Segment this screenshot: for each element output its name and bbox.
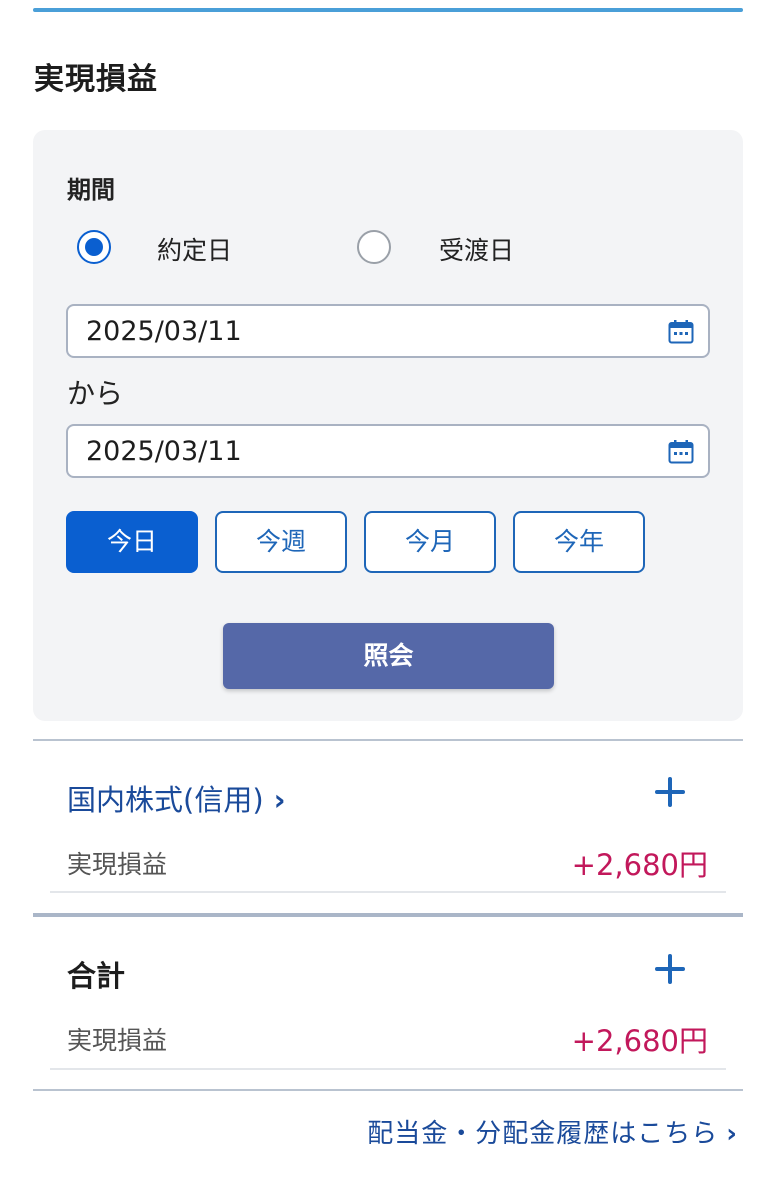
period-label: 期間 xyxy=(67,176,115,204)
dividend-history-link[interactable]: 配当金・分配金履歴はこちら › xyxy=(367,1113,738,1150)
this-month-button[interactable]: 今月 xyxy=(364,511,496,573)
settlement-date-radio[interactable] xyxy=(357,230,391,264)
this-year-button[interactable]: 今年 xyxy=(513,511,645,573)
divider xyxy=(33,913,743,917)
total-title: 合計 xyxy=(67,959,126,993)
calendar-icon[interactable] xyxy=(668,320,694,344)
dividend-history-label: 配当金・分配金履歴はこちら xyxy=(367,1119,719,1149)
domestic-margin-title: 国内株式(信用) xyxy=(67,783,264,817)
row-divider xyxy=(50,1068,726,1070)
realized-pl-value: +2,680円 xyxy=(571,848,708,882)
from-date-input[interactable] xyxy=(86,314,646,348)
today-button[interactable]: 今日 xyxy=(66,511,198,573)
row-divider xyxy=(50,891,726,893)
chevron-right-icon: › xyxy=(726,1119,738,1149)
to-date-field[interactable] xyxy=(66,424,710,478)
total-realized-pl-value: +2,680円 xyxy=(571,1024,708,1058)
range-separator-label: から xyxy=(67,377,124,410)
expand-plus-icon[interactable] xyxy=(655,954,685,984)
chevron-right-icon: › xyxy=(273,783,286,817)
divider xyxy=(33,1089,743,1091)
trade-date-radio[interactable] xyxy=(77,230,111,264)
expand-plus-icon[interactable] xyxy=(655,777,685,807)
to-date-input[interactable] xyxy=(86,434,646,468)
from-date-field[interactable] xyxy=(66,304,710,358)
total-realized-pl-label: 実現損益 xyxy=(67,1026,168,1055)
inquiry-button[interactable]: 照会 xyxy=(223,623,554,689)
settlement-date-label[interactable]: 受渡日 xyxy=(439,231,514,267)
filter-panel: 期間 約定日 受渡日 から xyxy=(33,130,743,721)
divider xyxy=(33,739,743,741)
calendar-icon[interactable] xyxy=(668,440,694,464)
this-week-button[interactable]: 今週 xyxy=(215,511,347,573)
page-title: 実現損益 xyxy=(34,62,158,97)
top-accent-bar xyxy=(33,8,743,12)
realized-pl-label: 実現損益 xyxy=(67,850,168,879)
realized-pl-page: 実現損益 期間 約定日 受渡日 から xyxy=(0,0,776,1200)
trade-date-label[interactable]: 約定日 xyxy=(157,231,232,267)
domestic-margin-link[interactable]: 国内株式(信用) › xyxy=(67,777,286,819)
